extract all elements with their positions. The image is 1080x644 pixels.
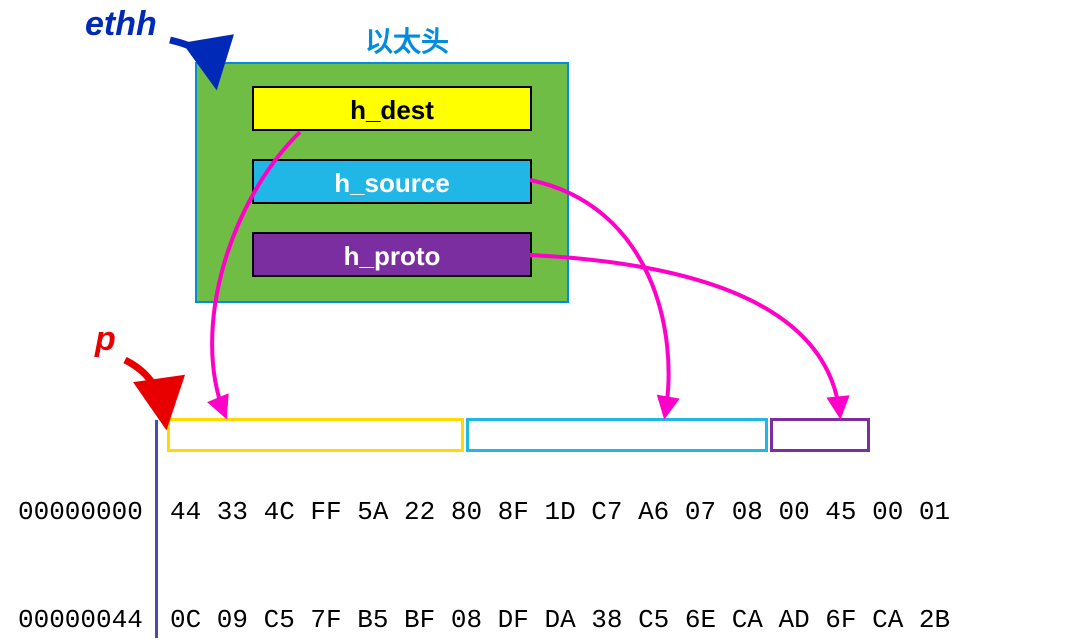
hex-row: 00000044 0C 09 C5 7F B5 BF 08 DF DA 38 C… xyxy=(18,602,950,638)
field-h-dest: h_dest xyxy=(252,86,532,131)
pointer-label-ethh: ethh xyxy=(85,5,157,44)
hex-row: 00000000 44 33 4C FF 5A 22 80 8F 1D C7 A… xyxy=(18,494,950,530)
arrow-p-icon xyxy=(125,360,165,420)
hex-addr: 00000000 xyxy=(18,494,158,530)
hexdump: 00000000 44 33 4C FF 5A 22 80 8F 1D C7 A… xyxy=(18,422,950,644)
highlight-h-proto xyxy=(770,418,870,452)
highlight-h-source xyxy=(466,418,768,452)
arrow-hproto-icon xyxy=(530,255,840,415)
hex-bytes: 0C 09 C5 7F B5 BF 08 DF DA 38 C5 6E CA A… xyxy=(158,602,950,638)
hex-addr: 00000044 xyxy=(18,602,158,638)
hex-bytes: 44 33 4C FF 5A 22 80 8F 1D C7 A6 07 08 0… xyxy=(158,494,950,530)
ethernet-header-struct: h_dest h_source h_proto xyxy=(195,62,569,303)
pointer-label-p: p xyxy=(95,320,116,359)
highlight-h-dest xyxy=(167,418,464,452)
field-h-proto: h_proto xyxy=(252,232,532,277)
field-h-source: h_source xyxy=(252,159,532,204)
ethernet-header-title: 以太头 xyxy=(365,20,449,60)
